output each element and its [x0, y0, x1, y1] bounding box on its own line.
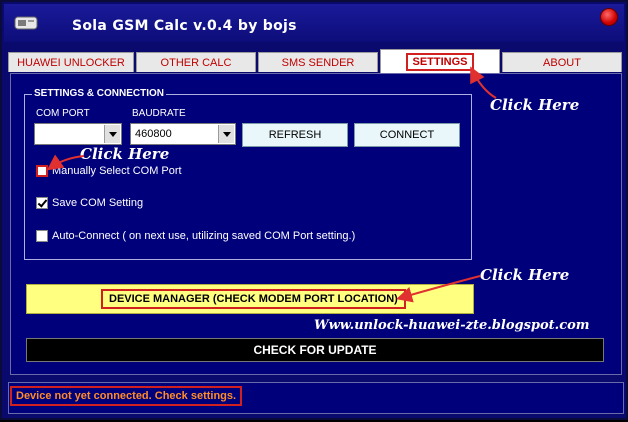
- arrow-to-device-manager: [396, 275, 481, 303]
- arrow-to-checkbox: [46, 154, 85, 171]
- arrow-to-settings-tab: [470, 66, 497, 99]
- app-window: Sola GSM Calc v.0.4 by bojs HUAWEI UNLOC…: [0, 0, 628, 420]
- annotation-arrows: [46, 66, 497, 303]
